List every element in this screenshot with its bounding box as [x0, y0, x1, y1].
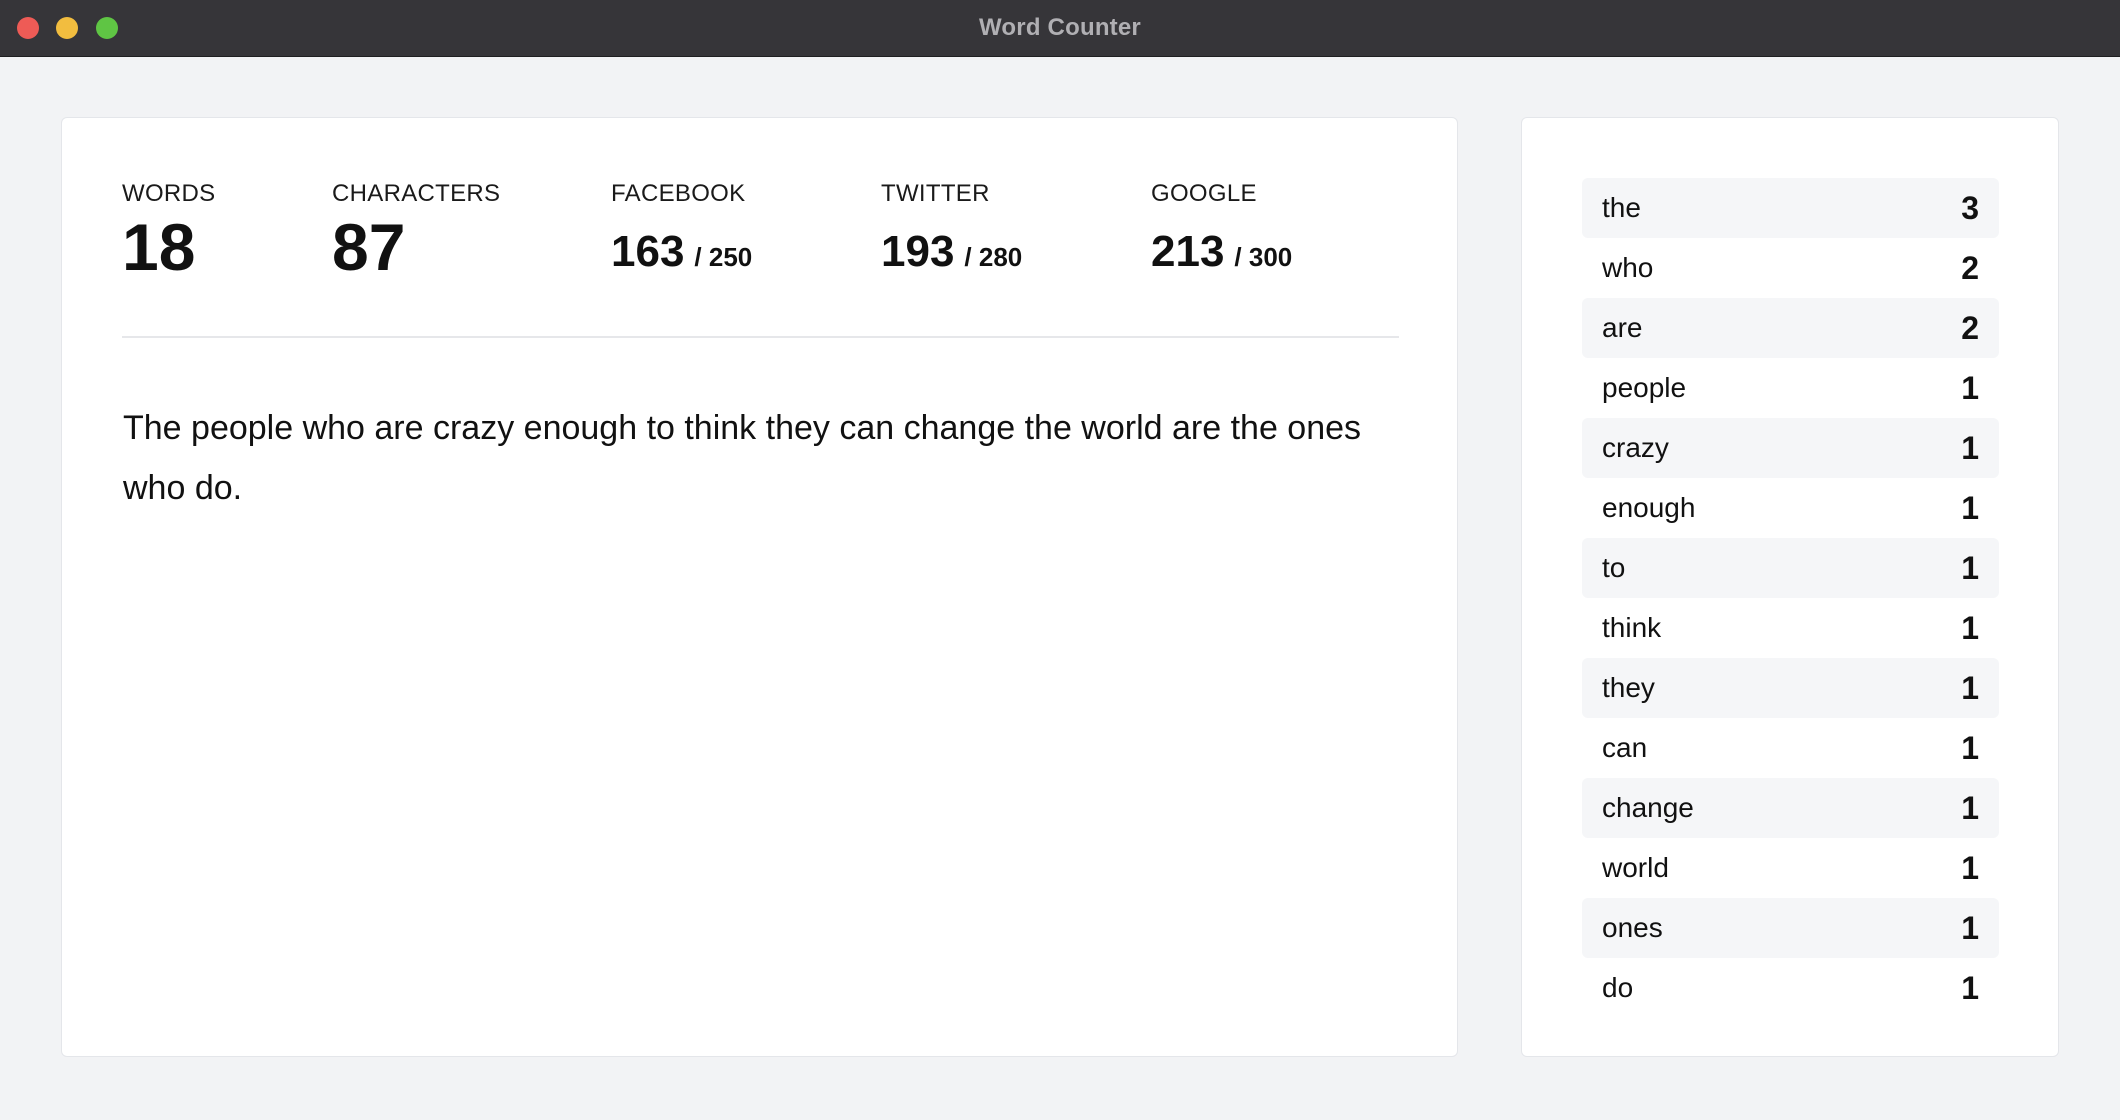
frequency-word: ones: [1602, 912, 1663, 943]
word-frequency-row: enough 1: [1582, 478, 1999, 538]
frequency-count: 1: [1961, 609, 1979, 646]
frequency-word: people: [1602, 372, 1687, 403]
frequency-word: think: [1602, 612, 1662, 643]
frequency-count: 1: [1961, 909, 1979, 946]
app-window: Word Counter WORDS 18 CHARACTERS 87 FACE…: [0, 0, 2120, 1120]
word-frequency-row: are 2: [1582, 298, 1999, 358]
stat-twitter-value: 193: [881, 227, 955, 276]
word-frequency-list: the 3 who 2 are 2 people 1 crazy 1 enough 1 to 1 think…: [1582, 178, 1999, 1018]
frequency-word: can: [1602, 732, 1648, 763]
frequency-count: 1: [1961, 969, 1979, 1006]
word-frequency-row: think 1: [1582, 598, 1999, 658]
word-frequency-row: who 2: [1582, 238, 1999, 298]
frequency-count: 3: [1961, 189, 1979, 226]
word-frequency-row: can 1: [1582, 718, 1999, 778]
stat-google-label: GOOGLE: [1151, 180, 1257, 207]
frequency-count: 2: [1961, 309, 1979, 346]
stat-characters-label: CHARACTERS: [332, 180, 501, 207]
frequency-word: they: [1602, 672, 1655, 703]
word-frequency-row: crazy 1: [1582, 418, 1999, 478]
frequency-count: 1: [1961, 669, 1979, 706]
stat-google-limit: / 300: [1234, 242, 1293, 272]
stat-twitter-label: TWITTER: [881, 180, 990, 207]
frequency-word: the: [1602, 192, 1641, 223]
stats-divider: [122, 336, 1399, 338]
stat-google: GOOGLE 213 / 300: [1151, 180, 1292, 284]
word-frequency-row: people 1: [1582, 358, 1999, 418]
stat-google-value: 213: [1151, 227, 1225, 276]
frequency-word: crazy: [1602, 432, 1669, 463]
frequency-word: do: [1602, 972, 1634, 1003]
word-frequency-panel: the 3 who 2 are 2 people 1 crazy 1 enough 1 to 1 think…: [1521, 117, 2059, 1057]
stat-characters: CHARACTERS 87: [332, 180, 500, 280]
frequency-count: 1: [1961, 489, 1979, 526]
stat-facebook: FACEBOOK 163 / 250: [611, 180, 752, 284]
frequency-count: 1: [1961, 789, 1979, 826]
editor-panel: WORDS 18 CHARACTERS 87 FACEBOOK 163 / 250…: [61, 117, 1458, 1057]
stat-facebook-label: FACEBOOK: [611, 180, 746, 207]
stat-words: WORDS 18: [122, 180, 216, 280]
word-frequency-row: ones 1: [1582, 898, 1999, 958]
frequency-count: 1: [1961, 729, 1979, 766]
text-editor[interactable]: The people who are crazy enough to think…: [123, 398, 1403, 518]
stat-characters-value: 87: [332, 210, 406, 284]
stat-facebook-value: 163: [611, 227, 685, 276]
stat-words-value: 18: [122, 210, 196, 284]
word-frequency-row: to 1: [1582, 538, 1999, 598]
frequency-word: enough: [1602, 492, 1696, 523]
frequency-word: who: [1602, 252, 1654, 283]
frequency-count: 1: [1961, 849, 1979, 886]
frequency-count: 1: [1961, 549, 1979, 586]
frequency-word: are: [1602, 312, 1643, 343]
window-title: Word Counter: [979, 14, 1141, 41]
frequency-word: to: [1602, 552, 1626, 583]
frequency-word: change: [1602, 792, 1694, 823]
frequency-word: world: [1602, 852, 1669, 883]
word-frequency-row: do 1: [1582, 958, 1999, 1018]
stat-twitter: TWITTER 193 / 280: [881, 180, 1022, 284]
stat-facebook-limit: / 250: [694, 242, 753, 272]
stat-twitter-limit: / 280: [964, 242, 1023, 272]
frequency-count: 1: [1961, 429, 1979, 466]
stat-words-label: WORDS: [122, 180, 216, 207]
word-frequency-row: the 3: [1582, 178, 1999, 238]
frequency-count: 2: [1961, 249, 1979, 286]
frequency-count: 1: [1961, 369, 1979, 406]
word-frequency-row: change 1: [1582, 778, 1999, 838]
word-frequency-row: world 1: [1582, 838, 1999, 898]
word-frequency-row: they 1: [1582, 658, 1999, 718]
title-bar: Word Counter: [0, 0, 2120, 57]
